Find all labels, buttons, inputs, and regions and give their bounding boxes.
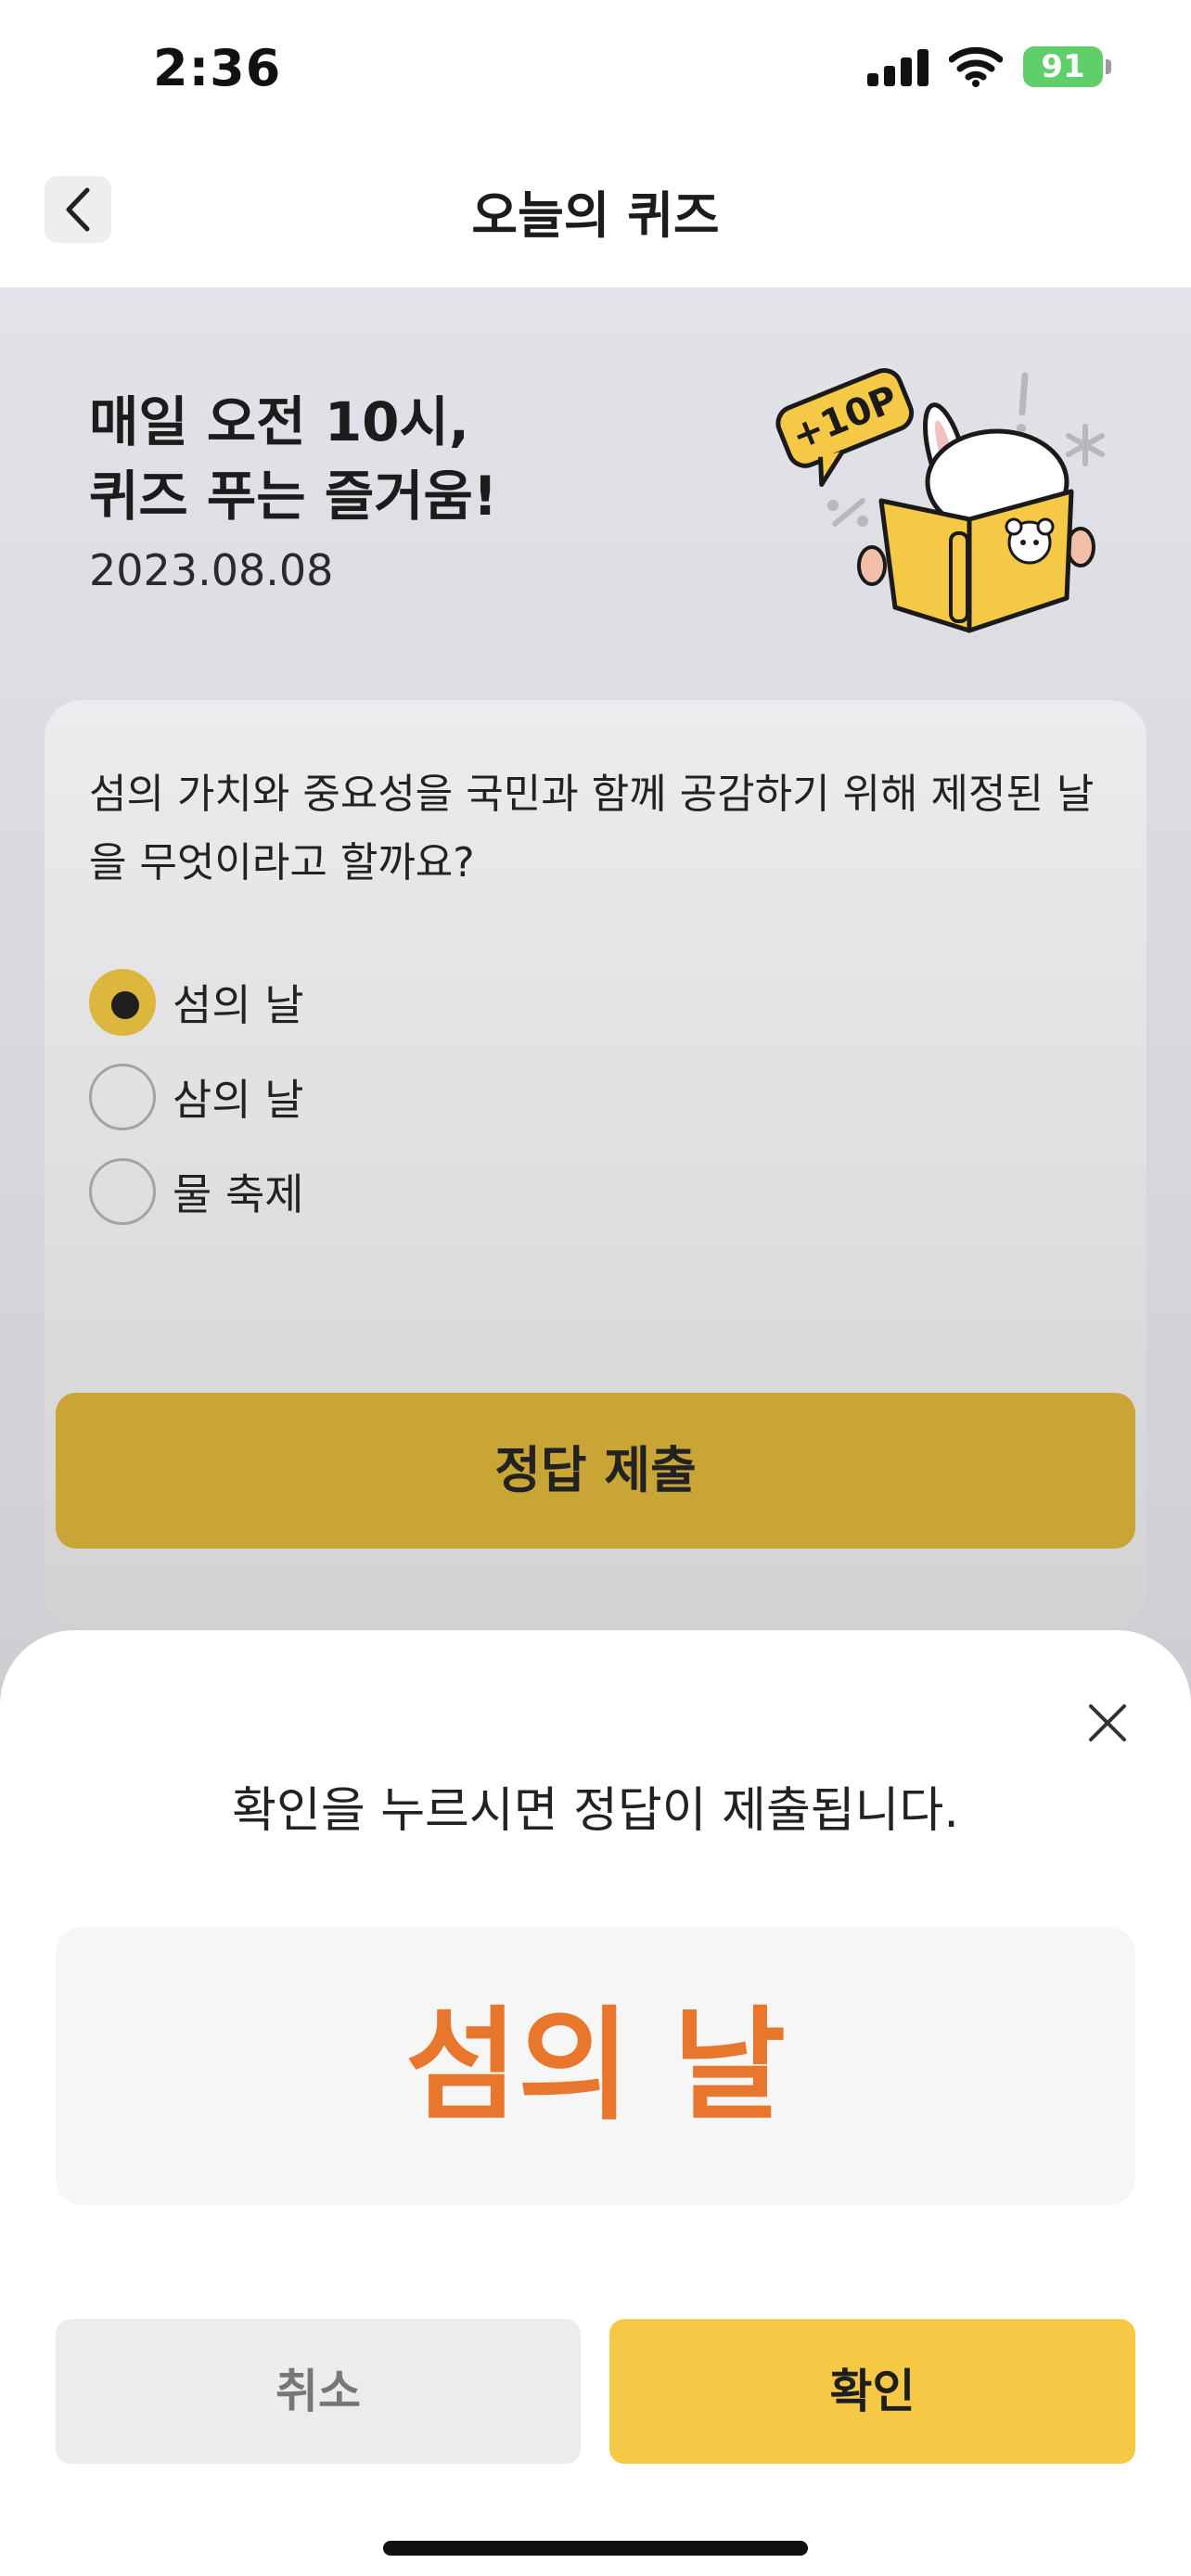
option-3[interactable]: 물 축제 <box>89 1158 304 1225</box>
selected-answer: 섬의 날 <box>56 1927 1135 2205</box>
close-button[interactable] <box>1080 1695 1135 1751</box>
hero-title-line2: 퀴즈 푸는 즐거움! <box>89 465 498 528</box>
mascot-reading-illustration: +10P <box>775 368 1105 633</box>
nav-bar: 오늘의 퀴즈 <box>0 139 1191 287</box>
page-title: 오늘의 퀴즈 <box>471 186 720 245</box>
radio-button[interactable] <box>89 1158 156 1225</box>
radio-button-selected[interactable] <box>89 969 156 1036</box>
wifi-icon <box>949 46 1003 87</box>
confirm-button[interactable]: 확인 <box>609 2319 1135 2464</box>
option-2[interactable]: 삼의 날 <box>89 1064 304 1130</box>
confirm-message: 확인을 누르시면 정답이 제출됩니다. <box>232 1783 959 1839</box>
option-label: 삼의 날 <box>173 1075 304 1125</box>
quiz-date: 2023.08.08 <box>89 545 334 595</box>
confirm-bottom-sheet: 확인을 누르시면 정답이 제출됩니다. 섬의 날 취소 확인 <box>0 1630 1191 2576</box>
battery-level: 91 <box>1041 48 1085 85</box>
radio-button[interactable] <box>89 1064 156 1130</box>
status-icons: 91 <box>867 46 1111 87</box>
cancel-button[interactable]: 취소 <box>56 2319 581 2464</box>
hero-title-line1: 매일 오전 10시, <box>89 390 469 453</box>
close-icon <box>1089 1704 1126 1741</box>
status-time: 2:36 <box>153 39 282 97</box>
status-bar: 2:36 91 <box>0 0 1191 139</box>
submit-answer-button[interactable]: 정답 제출 <box>56 1393 1135 1549</box>
home-indicator[interactable] <box>383 2541 808 2556</box>
option-label: 섬의 날 <box>173 980 304 1030</box>
option-label: 물 축제 <box>173 1169 304 1219</box>
option-1[interactable]: 섬의 날 <box>89 969 304 1036</box>
cellular-signal-icon <box>867 47 928 86</box>
quiz-question: 섬의 가치와 중요성을 국민과 함께 공감하기 위해 제정된 날을 무엇이라고 … <box>89 771 1095 886</box>
battery-icon: 91 <box>1023 46 1111 87</box>
